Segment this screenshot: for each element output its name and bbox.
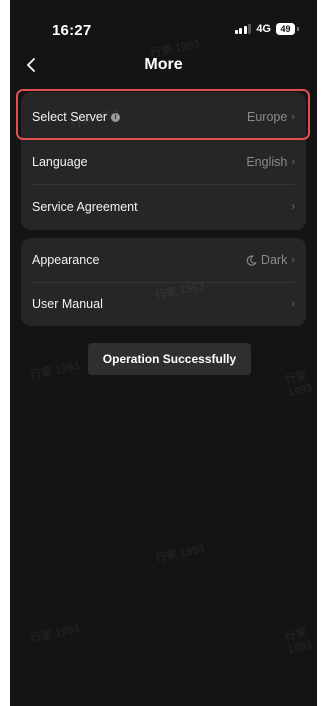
watermark: 行家 1993 [29, 359, 81, 382]
language-row[interactable]: Language English › [21, 140, 306, 184]
language-label: Language [32, 155, 88, 169]
moon-icon [246, 254, 257, 266]
select-server-label: Select Server [32, 110, 108, 124]
service-agreement-row[interactable]: Service Agreement › [21, 185, 306, 229]
watermark: 行家 1993 [154, 542, 206, 565]
select-server-value: Europe [247, 110, 288, 124]
status-bar: 16:27 4G 49 [10, 0, 317, 40]
select-server-row[interactable]: Select Server i Europe › [21, 95, 306, 139]
toast-message: Operation Successfully [88, 343, 251, 375]
info-icon[interactable]: i [111, 112, 121, 122]
watermark: 行家 1993 [284, 626, 314, 656]
phone-screen: 16:27 4G 49 More Select Server i Europe [10, 0, 317, 706]
chevron-right-icon: › [291, 254, 295, 266]
watermark: 行家 1993 [284, 369, 314, 399]
status-time: 16:27 [52, 22, 92, 39]
battery-tip [297, 27, 299, 31]
user-manual-label: User Manual [32, 297, 103, 311]
nav-header: More [10, 48, 317, 84]
chevron-right-icon: › [291, 298, 295, 310]
battery-level: 49 [280, 24, 291, 34]
appearance-row[interactable]: Appearance Dark › [21, 238, 306, 282]
chevron-right-icon: › [291, 156, 295, 168]
language-value: English [246, 155, 288, 169]
battery-icon: 49 [276, 23, 295, 35]
network-type: 4G [256, 23, 271, 35]
status-indicators: 4G 49 [234, 23, 299, 35]
page-title: More [144, 56, 183, 73]
user-manual-row[interactable]: User Manual › [21, 282, 306, 326]
chevron-right-icon: › [291, 201, 295, 213]
settings-card-display: Appearance Dark › User Manual › [21, 238, 306, 326]
watermark: 行家 1993 [29, 622, 81, 645]
chevron-right-icon: › [291, 111, 295, 123]
signal-icon [234, 24, 252, 34]
appearance-value: Dark [260, 253, 288, 267]
service-agreement-label: Service Agreement [32, 200, 138, 214]
appearance-label: Appearance [32, 253, 100, 267]
settings-card-general: Select Server i Europe › Language Englis… [21, 92, 306, 230]
